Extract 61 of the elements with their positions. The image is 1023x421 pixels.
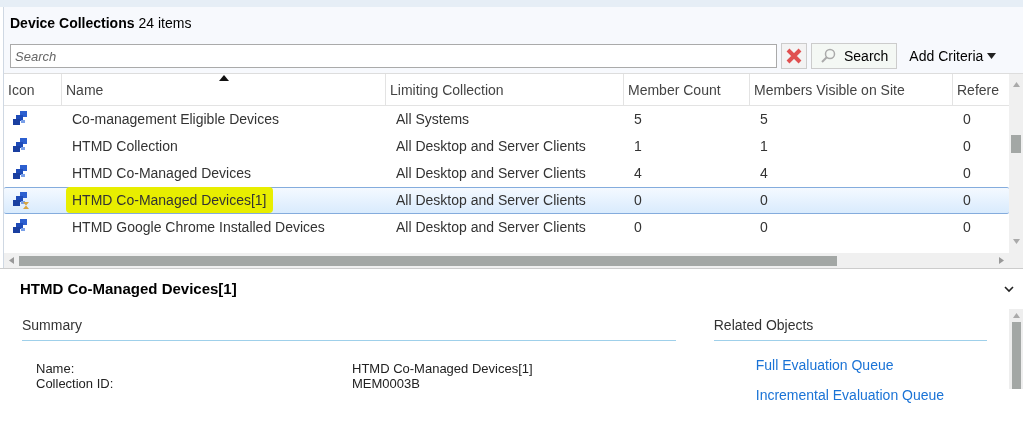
related-link[interactable]: Full Evaluation Queue [755,355,988,376]
search-field[interactable]: Search [10,44,777,68]
column-header[interactable]: Icon [4,74,62,105]
column-header[interactable]: Members Visible on Site [750,74,953,105]
vertical-scrollbar[interactable] [1011,135,1021,153]
caret-icon [987,53,997,59]
visible-count: 4 [760,164,768,181]
related-link[interactable]: Incremental Evaluation Queue [755,385,988,406]
limiting-collection: All Desktop and Server Clients [396,164,586,181]
details-title: HTMD Co-Managed Devices[1] [20,278,237,299]
collection-name: HTMD Collection [72,137,178,154]
member-count: 0 [634,218,642,235]
selected-row[interactable]: HTMD Co-Managed Devices[1] All Desktop and Server Clients 0 0 0 [4,186,1009,214]
summary-heading: Summary [22,309,676,341]
field-value: HTMD Co-Managed Devices[1] [352,361,533,376]
scroll-left-icon[interactable] [9,257,14,265]
scroll-down-icon[interactable] [1012,239,1020,244]
reference-count: 0 [963,137,971,154]
add-criteria-button[interactable]: Add Criteria [909,43,997,69]
reference-count: 0 [963,164,971,181]
reference-count: 0 [963,191,971,208]
column-header[interactable]: Refere [953,74,1009,105]
member-count: 0 [634,191,642,208]
field-label: Name: [36,361,76,376]
limiting-collection: All Desktop and Server Clients [396,191,586,208]
visible-count: 0 [760,218,768,235]
reference-count: 0 [963,218,971,235]
scroll-up-icon[interactable] [1012,313,1020,318]
scroll-right-icon[interactable] [999,257,1004,265]
collection-title: Device Collections [10,13,135,33]
collection-name: HTMD Co-Managed Devices [72,164,251,181]
field-label: Collection ID: [36,376,115,391]
collapse-icon[interactable] [1003,284,1015,294]
field-value: MEM0003B [352,376,420,391]
sort-arrow-icon [218,75,229,81]
computers-hourglass-icon [12,191,30,210]
search-icon [820,48,836,64]
limiting-collection: All Desktop and Server Clients [396,137,586,154]
close-icon [785,47,803,65]
member-count: 4 [634,164,642,181]
clear-button[interactable] [781,43,807,69]
limiting-collection: All Systems [396,110,470,127]
vertical-scrollbar[interactable] [1011,322,1021,389]
search-button[interactable]: Search [811,43,898,69]
reference-count: 0 [963,110,971,127]
member-count: 1 [634,137,642,154]
scroll-up-icon[interactable] [1012,82,1020,87]
column-header[interactable]: Name [62,74,386,105]
horizontal-scrollbar[interactable] [19,255,837,266]
column-header[interactable]: Member Count [624,74,750,105]
limiting-collection: All Desktop and Server Clients [396,218,586,235]
item-count: 24 items [138,13,192,33]
visible-count: 0 [760,191,768,208]
collection-name: HTMD Google Chrome Installed Devices [72,218,325,235]
visible-count: 1 [760,137,768,154]
collection-name: Co-management Eligible Devices [72,110,279,127]
related-objects-heading: Related Objects [713,309,988,341]
column-header[interactable]: Limiting Collection [386,74,624,105]
visible-count: 5 [760,110,768,127]
member-count: 5 [634,110,642,127]
collection-name: HTMD Co-Managed Devices[1] [66,186,273,213]
